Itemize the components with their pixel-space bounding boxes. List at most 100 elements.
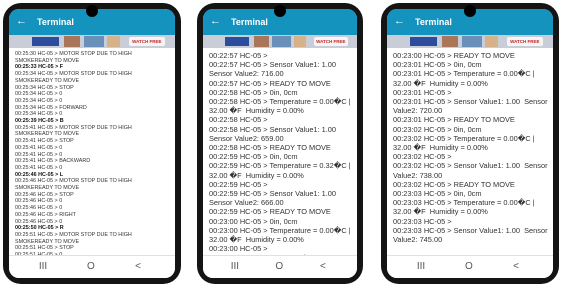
camera-icon	[86, 5, 98, 17]
recents-button[interactable]: III	[417, 261, 425, 272]
ad-photo	[272, 36, 291, 47]
ad-photo	[484, 36, 499, 47]
log-line: 00:23:03 HC-05 > Temperature = 0.00�C | …	[393, 198, 537, 217]
phone-3-screen: ← Terminal WATCH FREE 00:23:00 HC-05 > R…	[387, 9, 553, 278]
log-line: 00:25:46 HC-05 > MOTOR STOP DUE TO HIGH …	[15, 178, 134, 192]
log-line: 00:25:46 HC-05 > L	[15, 171, 64, 178]
terminal-log[interactable]: 00:22:57 HC-05 >00:22:57 HC-05 > Sensor …	[203, 49, 357, 256]
log-line: 00:25:34 HC-05 > MOTOR STOP DUE TO HIGH …	[15, 71, 134, 84]
log-line: 00:22:59 HC-05 > Sensor Value1: 1.00 Sen…	[209, 189, 341, 208]
ad-photo	[461, 36, 482, 47]
log-line: 00:25:41 HC-05 > BACKWARD	[15, 158, 91, 165]
app-title: Terminal	[37, 17, 74, 27]
back-arrow-icon[interactable]: ←	[394, 15, 405, 27]
log-line: 00:23:03 HC-05 > Sensor Value1: 1.00 Sen…	[393, 225, 550, 245]
log-line: 00:22:57 HC-05 > Sensor Value1: 1.00 Sen…	[209, 60, 341, 79]
terminal-log[interactable]: 00:23:00 HC-05 > READY TO MOVE 00:23:01 H…	[387, 49, 553, 256]
ad-photo	[106, 36, 121, 47]
back-arrow-icon[interactable]: ←	[210, 15, 221, 27]
ad-logo	[32, 37, 59, 46]
back-arrow-icon[interactable]: ←	[16, 15, 27, 27]
home-button[interactable]: O	[275, 261, 283, 272]
log-line: 00:23:03 HC-05 > 0in, 0cm	[393, 189, 482, 199]
nav-bar: III O <	[9, 255, 175, 278]
log-line: 00:23:02 HC-05 > 0in, 0cm	[393, 124, 482, 134]
recents-button[interactable]: III	[231, 261, 239, 272]
ad-photo	[293, 36, 307, 47]
phone-1: ← Terminal WATCH FREE 00:25:30 HC-05 > M…	[3, 3, 181, 284]
log-line: 00:22:59 HC-05 >	[209, 179, 268, 189]
log-line: 00:25:33 HC-05 > F	[15, 64, 64, 71]
log-line: 00:23:02 HC-05 > Sensor Value1: 1.00 Sen…	[393, 161, 550, 180]
log-line: 00:25:41 HC-05 > 0	[15, 164, 63, 171]
log-line: 00:25:46 HC-05 > 0	[15, 205, 63, 212]
log-line: 00:22:58 HC-05 > Temperature = 0.00�C | …	[209, 97, 353, 116]
log-line: 00:25:51 HC-05 > MOTOR STOP DUE TO HIGH …	[15, 231, 134, 245]
camera-icon	[274, 5, 286, 17]
ad-logo	[410, 37, 437, 46]
log-line: 00:22:58 HC-05 > READY TO MOVE	[209, 143, 331, 153]
log-line: 00:22:59 HC-05 > 0in, 0cm	[209, 152, 298, 162]
log-line: 00:22:59 HC-05 > Temperature = 0.32�C | …	[209, 161, 353, 180]
log-line: 00:23:01 HC-05 >	[393, 87, 452, 97]
log-line: 00:25:46 HC-05 > STOP	[15, 191, 74, 198]
log-line: 00:23:01 HC-05 > READY TO MOVE	[393, 115, 515, 125]
log-line: 00:25:46 HC-05 > 0	[15, 198, 63, 205]
log-line: 00:23:01 HC-05 > 0in, 0cm	[393, 60, 482, 70]
ad-cta-button[interactable]: WATCH FREE	[128, 37, 166, 46]
ad-cta-button[interactable]: WATCH FREE	[313, 37, 348, 46]
back-button[interactable]: <	[320, 261, 326, 272]
log-line: 00:22:58 HC-05 >	[209, 115, 268, 125]
log-line: 00:22:57 HC-05 > READY TO MOVE	[209, 78, 331, 88]
ad-photo	[63, 36, 81, 47]
ad-logo	[224, 37, 250, 46]
log-line: 00:25:34 HC-05 > 0	[15, 91, 63, 98]
log-line: 00:25:41 HC-05 > MOTOR STOP DUE TO HIGH …	[15, 124, 134, 138]
log-line: 00:25:51 HC-05 > STOP	[15, 245, 74, 252]
back-button[interactable]: <	[135, 261, 141, 272]
app-title: Terminal	[231, 17, 268, 27]
ad-cta-button[interactable]: WATCH FREE	[506, 37, 544, 46]
ad-banner[interactable]: WATCH FREE	[203, 35, 357, 48]
log-line: 00:25:34 HC-05 > STOP	[15, 84, 74, 91]
home-button[interactable]: O	[87, 261, 95, 272]
phone-1-screen: ← Terminal WATCH FREE 00:25:30 HC-05 > M…	[9, 9, 175, 278]
log-line: 00:25:46 HC-05 > RIGHT	[15, 211, 76, 218]
log-line: 00:25:41 HC-05 > STOP	[15, 138, 74, 145]
nav-bar: III O <	[387, 255, 553, 278]
log-line: 00:22:58 HC-05 > Sensor Value1: 1.00 Sen…	[209, 124, 341, 143]
log-line: 00:23:00 HC-05 > Temperature = 0.00�C | …	[209, 225, 353, 245]
log-line: 00:25:39 HC-05 > B	[15, 118, 64, 125]
ad-banner[interactable]: WATCH FREE	[9, 35, 175, 48]
log-line: 00:23:02 HC-05 >	[393, 152, 452, 162]
recents-button[interactable]: III	[39, 261, 47, 272]
ad-photo	[83, 36, 104, 47]
phone-2-screen: ← Terminal WATCH FREE 00:22:57 HC-05 >00…	[203, 9, 357, 278]
log-line: 00:23:01 HC-05 > Sensor Value1: 1.00 Sen…	[393, 97, 550, 116]
log-line: 00:25:30 HC-05 > MOTOR STOP DUE TO HIGH …	[15, 51, 134, 64]
log-line: 00:23:00 HC-05 > READY TO MOVE	[393, 51, 515, 60]
log-line: 00:23:00 HC-05 >	[209, 244, 268, 254]
log-line: 00:23:03 HC-05 >	[393, 216, 452, 226]
phone-3: ← Terminal WATCH FREE 00:23:00 HC-05 > R…	[381, 3, 559, 284]
log-line: 00:23:02 HC-05 > READY TO MOVE	[393, 179, 515, 189]
nav-bar: III O <	[203, 255, 357, 278]
log-line: 00:22:58 HC-05 > 0in, 0cm	[209, 87, 298, 97]
log-line: 00:23:02 HC-05 > Temperature = 0.00�C | …	[393, 133, 537, 153]
log-line: 00:25:46 HC-05 > 0	[15, 218, 63, 225]
log-line: 00:22:57 HC-05 >	[209, 51, 268, 60]
ad-banner[interactable]: WATCH FREE	[387, 35, 553, 48]
log-line: 00:25:41 HC-05 > 0	[15, 151, 63, 158]
camera-icon	[464, 5, 476, 17]
log-line: 00:25:34 HC-05 > 0	[15, 111, 63, 118]
app-title: Terminal	[415, 17, 452, 27]
terminal-log[interactable]: 00:25:30 HC-05 > MOTOR STOP DUE TO HIGH …	[9, 49, 175, 256]
ad-photo	[441, 36, 459, 47]
ad-photo	[253, 36, 270, 47]
log-line: 00:23:01 HC-05 > Temperature = 0.00�C | …	[393, 69, 537, 88]
log-line: 00:25:50 HC-05 > R	[15, 225, 64, 232]
back-button[interactable]: <	[513, 261, 519, 272]
home-button[interactable]: O	[465, 261, 473, 272]
log-line: 00:23:00 HC-05 > 0in, 0cm	[209, 216, 298, 226]
log-line: 00:25:34 HC-05 > 0	[15, 97, 63, 104]
